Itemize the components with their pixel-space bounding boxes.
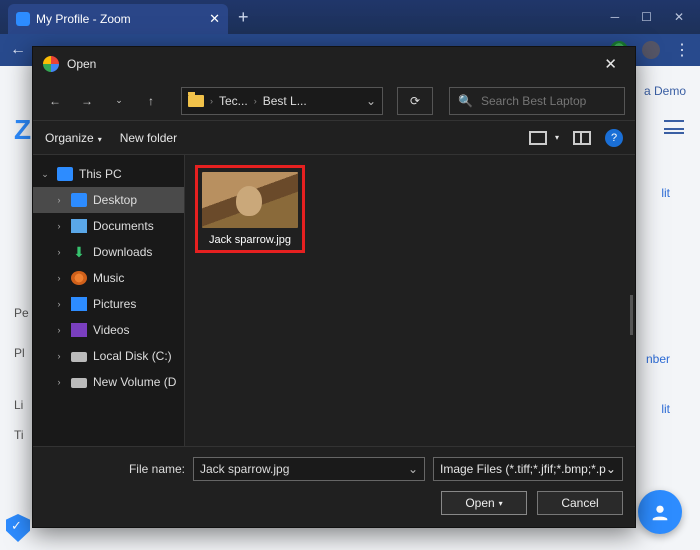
tree-node-pictures[interactable]: › Pictures [33,291,184,317]
file-open-dialog: Open ✕ ← → ⌄ ↑ › Tec... › Best L... ⌄ ⟳ … [32,46,636,528]
expand-icon[interactable]: › [53,325,65,335]
nav-recent-dropdown[interactable]: ⌄ [107,89,131,113]
breadcrumb-dropdown[interactable]: ⌄ [356,94,376,108]
nav-forward-button[interactable]: → [75,89,99,113]
expand-icon[interactable]: › [53,351,65,361]
window-maximize[interactable]: ☐ [641,10,652,24]
nav-back-button[interactable]: ← [43,89,67,113]
file-type-filter[interactable]: Image Files (*.tiff;*.jfif;*.bmp;*.p ⌄ [433,457,623,481]
expand-icon[interactable]: › [53,299,65,309]
filename-label: File name: [45,462,185,476]
organize-menu[interactable]: Organize▾ [45,131,102,145]
window-close[interactable]: ✕ [674,10,684,24]
view-mode-button[interactable]: ▾ [529,131,559,145]
new-folder-button[interactable]: New folder [120,131,177,145]
zoom-logo: Z [14,114,31,146]
expand-icon[interactable]: › [53,273,65,283]
new-tab-button[interactable]: + [238,7,249,28]
open-button[interactable]: Open ▾ [441,491,527,515]
chat-fab[interactable] [638,490,682,534]
file-name: Jack sparrow.jpg [202,234,298,246]
expand-icon[interactable]: › [53,195,65,205]
chevron-down-icon: ⌄ [606,462,616,476]
file-list[interactable]: Jack sparrow.jpg [185,155,635,446]
chevron-right-icon: › [254,96,257,106]
browser-tab[interactable]: My Profile - Zoom ✕ [8,4,228,34]
music-icon [71,271,87,285]
desktop-icon [71,193,87,207]
breadcrumb-segment[interactable]: Tec... [219,94,248,108]
disk-icon [71,352,87,362]
tab-title: My Profile - Zoom [36,12,131,26]
side-label: Li [14,398,23,412]
search-field[interactable] [481,94,616,108]
filename-field[interactable] [200,462,402,476]
chevron-down-icon: ▾ [98,135,102,144]
tree-node-desktop[interactable]: › Desktop [33,187,184,213]
chevron-down-icon: ▾ [499,499,503,508]
edit-link[interactable]: lit [661,186,670,200]
nav-up-button[interactable]: ↑ [139,89,163,113]
collapse-icon[interactable]: ⌄ [39,169,51,180]
filename-history-dropdown[interactable]: ⌄ [402,462,418,476]
tab-close-icon[interactable]: ✕ [209,11,220,27]
breadcrumb-segment[interactable]: Best L... [263,94,307,108]
tree-node-music[interactable]: › Music [33,265,184,291]
window-minimize[interactable]: ─ [611,10,620,24]
dialog-close-button[interactable]: ✕ [596,51,625,77]
breadcrumb[interactable]: › Tec... › Best L... ⌄ [181,87,383,115]
page-link[interactable]: nber [646,352,670,366]
videos-icon [71,323,87,337]
profile-icon[interactable] [642,41,660,59]
chat-icon [649,501,671,523]
nav-back-icon[interactable]: ← [10,41,26,59]
filename-input[interactable]: ⌄ [193,457,425,481]
chrome-icon [43,56,59,72]
zoom-favicon [16,12,30,26]
cancel-button[interactable]: Cancel [537,491,623,515]
pictures-icon [71,297,87,311]
tree-node-this-pc[interactable]: ⌄ This PC [33,161,184,187]
tree-node-documents[interactable]: › Documents [33,213,184,239]
pc-icon [57,167,73,181]
side-label: Ti [14,428,24,442]
help-button[interactable]: ? [605,129,623,147]
documents-icon [71,219,87,233]
demo-link[interactable]: a Demo [644,84,686,98]
chevron-right-icon: › [210,96,213,106]
file-thumbnail [202,172,298,228]
expand-icon[interactable]: › [53,247,65,257]
search-icon: 🔍 [458,94,473,108]
browser-menu-icon[interactable]: ⋮ [674,40,690,60]
disk-icon [71,378,87,388]
side-label: Pl [14,346,25,360]
tree-node-local-disk-c[interactable]: › Local Disk (C:) [33,343,184,369]
refresh-button[interactable]: ⟳ [397,87,433,115]
tree-node-downloads[interactable]: › ⬇ Downloads [33,239,184,265]
expand-icon[interactable]: › [53,377,65,387]
hamburger-icon[interactable] [664,120,684,134]
scrollbar[interactable] [630,295,633,335]
expand-icon[interactable]: › [53,221,65,231]
tree-node-videos[interactable]: › Videos [33,317,184,343]
chevron-down-icon: ▾ [555,133,559,142]
side-label: Pe [14,306,29,320]
dialog-title: Open [67,57,96,71]
search-input[interactable]: 🔍 [449,87,625,115]
folder-tree: ⌄ This PC › Desktop › Documents › ⬇ Down… [33,155,185,446]
preview-pane-button[interactable] [573,131,591,145]
downloads-icon: ⬇ [71,245,87,259]
file-item-selected[interactable]: Jack sparrow.jpg [195,165,305,253]
tree-node-new-volume-d[interactable]: › New Volume (D [33,369,184,395]
folder-icon [188,95,204,107]
edit-link-2[interactable]: lit [661,402,670,416]
